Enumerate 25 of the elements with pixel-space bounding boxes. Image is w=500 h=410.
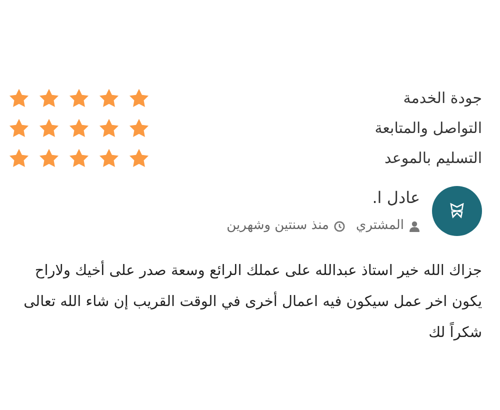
- rating-label: التسليم بالموعد: [384, 148, 482, 169]
- clock-icon: [334, 220, 346, 232]
- star-icon: [128, 147, 150, 169]
- star-icon: [128, 117, 150, 139]
- author-name: عادل ا.: [371, 187, 420, 210]
- star-icon: [38, 117, 60, 139]
- star-icon: [38, 87, 60, 109]
- review-text: جزاك الله خير استاذ عبدالله على عملك الرائع وسعة صدر على أخيك ولاراح يكون اخر عمل سيكون فيه اعمال أخرى في الوقت القريب إن شاء الله تعالى شكراً لك: [8, 256, 482, 349]
- user-icon: [409, 220, 420, 232]
- star-icon: [98, 147, 120, 169]
- star-icon: [98, 87, 120, 109]
- avatar-logo: [432, 186, 482, 236]
- star-icon: [68, 117, 90, 139]
- star-icon: [8, 117, 30, 139]
- star-icon: [68, 147, 90, 169]
- star-icon: [98, 117, 120, 139]
- star-icon: [128, 87, 150, 109]
- review-time: منذ سنتين وشهرين: [226, 217, 330, 236]
- star-icon: [8, 87, 30, 109]
- star-icon: [8, 147, 30, 169]
- star-icon: [38, 147, 60, 169]
- rating-label: التواصل والمتابعة: [374, 118, 482, 139]
- author-role: المشتري: [356, 217, 404, 236]
- rating-label: جودة الخدمة: [403, 88, 482, 109]
- star-icon: [68, 87, 90, 109]
